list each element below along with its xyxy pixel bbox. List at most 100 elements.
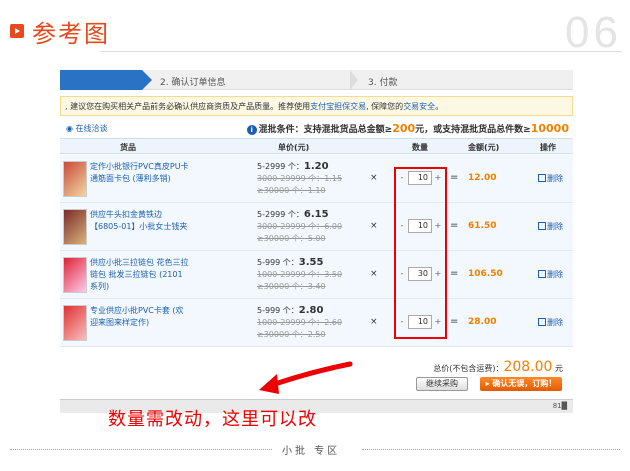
- col-goods: 货品: [120, 143, 136, 152]
- col-quantity: 数量: [412, 143, 428, 152]
- delete-button[interactable]: 删除: [538, 317, 563, 328]
- price-tiers: 5-999 个：3.55 1000-29999 个：3.50 ≥30000 个：…: [257, 257, 367, 293]
- mix-batch-rule: i 混批条件：支持混批货品总金额≥200元，或支持混批货品总件数≥10000: [246, 122, 569, 135]
- product-name-link[interactable]: 供应小批三拉链包 花色三拉链包 批发三拉链包 (2101系列): [90, 257, 190, 293]
- page: 参考图 06 2. 确认订单信息 3. 付款 , 建议您在购买相关产品前务必确认…: [0, 0, 630, 471]
- total-unit: 元: [555, 364, 563, 373]
- product-thumbnail[interactable]: [63, 257, 87, 293]
- footer-label: 小批 专区: [282, 446, 341, 457]
- line-amount: 106.50: [468, 269, 503, 279]
- notice-bar: , 建议您在购买相关产品前务必确认供应商资质及产品质量。推荐使用支付宝担保交易,…: [60, 96, 573, 116]
- multiply-sign: ×: [370, 269, 378, 279]
- arrow-marker-icon: [10, 24, 24, 38]
- delete-button[interactable]: 删除: [538, 173, 563, 184]
- confirm-label: 确认无误，订购！: [492, 379, 557, 388]
- rule-count: 10000: [530, 122, 569, 135]
- checkout-steps: 2. 确认订单信息 3. 付款: [60, 70, 573, 90]
- delete-label: 删除: [547, 174, 563, 183]
- step-separator: [350, 70, 358, 90]
- footer: 小批 专区: [0, 440, 630, 458]
- footer-divider-right: [362, 449, 620, 450]
- price-value: 2.80: [298, 305, 324, 316]
- old-price-1: 3000-29999 个：6.00: [257, 222, 343, 231]
- current-price: 5-2999 个：6.15: [257, 209, 367, 221]
- current-price: 5-2999 个：1.20: [257, 161, 367, 173]
- equals-sign: =: [450, 268, 459, 279]
- col-unit-price: 单价(元): [278, 143, 310, 152]
- rule-prefix: 混批条件：支持混批货品总金额≥: [258, 125, 393, 135]
- price-range: 5-999 个：: [257, 258, 299, 267]
- product-name-link[interactable]: 供应牛头扣金黄铁边【6805-01】小批女士钱夹: [90, 209, 190, 233]
- current-price: 5-999 个：2.80: [257, 305, 367, 317]
- delete-label: 删除: [547, 222, 563, 231]
- multiply-sign: ×: [370, 173, 378, 183]
- table-row: 供应牛头扣金黄铁边【6805-01】小批女士钱夹 5-2999 个：6.15 3…: [60, 203, 573, 251]
- step-confirm-order: 2. 确认订单信息: [160, 78, 226, 88]
- notice-text: , 建议您在购买相关产品前务必确认供应商资质及产品质量。推荐使用: [65, 102, 311, 111]
- annotation-text: 数量需改动，这里可以改: [108, 409, 317, 430]
- price-value: 3.55: [298, 257, 324, 268]
- continue-shopping-button[interactable]: 继续采购: [416, 377, 468, 391]
- header: 参考图 06: [10, 8, 622, 57]
- product-name-link[interactable]: 专业供应小批PVC卡套 (欢迎来图来样定作): [90, 305, 190, 329]
- product-thumbnail[interactable]: [63, 209, 87, 245]
- trade-safety-link[interactable]: 交易安全: [403, 102, 435, 111]
- product-name-link[interactable]: 定作小批银行PVC真皮PU卡通筋面卡包 (薄利多销): [90, 161, 190, 185]
- col-amount: 金额(元): [468, 143, 500, 152]
- line-amount: 61.50: [468, 221, 497, 231]
- info-icon: i: [246, 125, 257, 135]
- price-range: 5-999 个：: [257, 306, 299, 315]
- price-tiers: 5-2999 个：6.15 3000-29999 个：6.00 ≥30000 个…: [257, 209, 367, 245]
- notice-text-2: , 保障您的: [366, 102, 404, 111]
- trash-icon: [538, 174, 546, 182]
- old-price-1: 3000-29999 个：1.15: [257, 174, 343, 183]
- product-thumbnail[interactable]: [63, 161, 87, 197]
- confirm-order-button[interactable]: ▸ 确认无误，订购！: [480, 377, 562, 391]
- status-text: 81█: [552, 402, 567, 410]
- old-price-2: ≥30000 个：3.40: [257, 282, 326, 291]
- current-price: 5-999 个：3.55: [257, 257, 367, 269]
- mix-batch-bar: ◉ 在线洽谈 i 混批条件：支持混批货品总金额≥200元，或支持混批货品总件数≥1…: [60, 122, 573, 136]
- order-total: 总价(不包含运费)：208.00 元: [433, 359, 563, 375]
- old-price-1: 1000-29999 个：3.50: [257, 270, 343, 279]
- line-amount: 12.00: [468, 173, 497, 183]
- old-price-2: ≥30000 个：5.00: [257, 234, 326, 243]
- delete-button[interactable]: 删除: [538, 269, 563, 280]
- old-price-1: 1000-29999 个：2.60: [257, 318, 343, 327]
- red-arrow-annotation: [259, 361, 353, 394]
- old-price-2: ≥30000 个：1.10: [257, 186, 326, 195]
- price-value: 1.20: [303, 161, 329, 172]
- multiply-sign: ×: [370, 221, 378, 231]
- table-row: 定作小批银行PVC真皮PU卡通筋面卡包 (薄利多销) 5-2999 个：1.20…: [60, 155, 573, 203]
- table-row: 供应小批三拉链包 花色三拉链包 批发三拉链包 (2101系列) 5-999 个：…: [60, 251, 573, 299]
- step-payment: 3. 付款: [368, 78, 398, 88]
- multiply-sign: ×: [370, 317, 378, 327]
- col-action: 操作: [540, 143, 556, 152]
- table-row: 专业供应小批PVC卡套 (欢迎来图来样定作) 5-999 个：2.80 1000…: [60, 299, 573, 347]
- equals-sign: =: [450, 172, 459, 183]
- total-label: 总价(不包含运费)：: [433, 364, 504, 373]
- rule-amount: 200: [392, 122, 416, 135]
- step-active-indicator: [60, 70, 152, 90]
- alipay-link[interactable]: 支付宝担保交易: [310, 102, 366, 111]
- product-thumbnail[interactable]: [63, 305, 87, 341]
- item-list: 定作小批银行PVC真皮PU卡通筋面卡包 (薄利多销) 5-2999 个：1.20…: [60, 155, 573, 347]
- price-range: 5-2999 个：: [257, 210, 304, 219]
- trash-icon: [538, 270, 546, 278]
- trash-icon: [538, 222, 546, 230]
- total-value: 208.00: [503, 359, 553, 375]
- delete-label: 删除: [547, 318, 563, 327]
- trash-icon: [538, 318, 546, 326]
- online-chat-label: 在线洽谈: [75, 124, 108, 133]
- rule-mid: 元，或支持混批货品总件数≥: [415, 125, 531, 135]
- online-chat-link[interactable]: ◉ 在线洽谈: [66, 123, 108, 134]
- line-amount: 28.00: [468, 317, 497, 327]
- page-title: 参考图: [32, 20, 110, 48]
- price-tiers: 5-2999 个：1.20 3000-29999 个：1.15 ≥30000 个…: [257, 161, 367, 197]
- quantity-highlight-box: [394, 167, 447, 339]
- notice-end: 。: [435, 102, 444, 111]
- table-header: 货品 单价(元) 数量 金额(元) 操作: [60, 138, 573, 154]
- price-range: 5-2999 个：: [257, 162, 304, 171]
- delete-button[interactable]: 删除: [538, 221, 563, 232]
- equals-sign: =: [450, 316, 459, 327]
